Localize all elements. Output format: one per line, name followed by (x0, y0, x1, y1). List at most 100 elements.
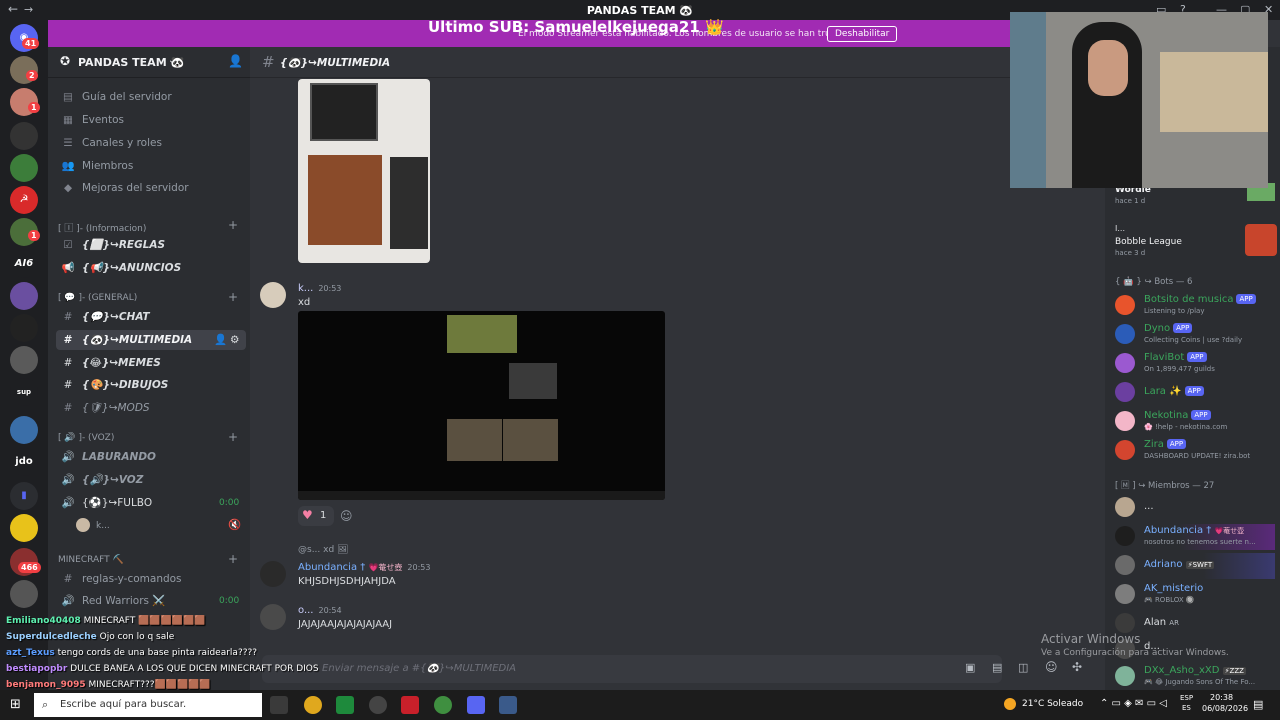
voice-laburando[interactable]: 🔊 LABURANDO (56, 447, 246, 467)
channel-dibujos[interactable]: # {🎨}↪DIBUJOS (56, 375, 246, 395)
category-minecraft[interactable]: MINECRAFT ⛏️ (58, 555, 124, 565)
reaction-heart[interactable]: ♥ 1 (298, 506, 334, 526)
members-item[interactable]: 👥 Miembros (56, 156, 246, 176)
member-bot[interactable]: Dyno APP Collecting Coins | use ?daily (1115, 322, 1275, 348)
channel-chat[interactable]: # {💬}↪CHAT (56, 307, 246, 327)
member-bot[interactable]: Botsito de musica APP Listening to /play (1115, 293, 1275, 319)
game-thumbnail (447, 419, 502, 461)
add-member-icon[interactable]: 👤 (228, 54, 243, 68)
server-icon[interactable]: AI6 (10, 250, 38, 278)
obs-icon[interactable] (369, 696, 387, 714)
category-general[interactable]: [ 💬 ]- (GENERAL) (58, 293, 137, 303)
gift-icon[interactable]: ▣ (965, 661, 975, 674)
author-name[interactable]: Abundancia † (298, 562, 365, 573)
member-name: Dyno (1144, 323, 1171, 334)
member-bot[interactable]: FlaviBot APP On 1,899,477 guilds (1115, 351, 1275, 377)
tray-icons[interactable]: ⌃ ▭ ◈ ✉ ▭ ◁ (1100, 698, 1167, 709)
server-guide[interactable]: ▤ Guía del servidor (56, 87, 246, 107)
message-author[interactable]: Abundancia † 💗菴せ壺 20:53 (298, 562, 430, 573)
channel-label: {⬜}↪REGLAS (82, 239, 166, 251)
chrome-icon[interactable] (434, 696, 452, 714)
category-voz[interactable]: [ 🔊 ]- (VOZ) (58, 433, 114, 443)
add-channel-icon[interactable]: + (228, 430, 238, 444)
member[interactable]: DXx_Asho_xXD ⚡ZZZ 🎮 😂 Jugando Sons Of The… (1115, 664, 1275, 690)
server-icon[interactable] (10, 514, 38, 542)
avatar[interactable] (260, 282, 286, 308)
apps-icon[interactable]: ✣ (1072, 660, 1082, 674)
author-name[interactable]: k... (298, 283, 313, 294)
windows-start-icon[interactable]: ⊞ (10, 697, 21, 712)
server-boosts[interactable]: ◆ Mejoras del servidor (56, 178, 246, 198)
member-name: Botsito de musica (1144, 294, 1234, 305)
member-bot[interactable]: Lara ✨ APP (1115, 380, 1275, 406)
monitor-shape (310, 83, 378, 141)
member-bot[interactable]: Zira APP DASHBOARD UPDATE! zira.bot (1115, 438, 1275, 464)
member[interactable]: Adriano ⚡SWFT (1115, 553, 1275, 579)
server-header[interactable]: ✪ PANDAS TEAM 🐼 ⌄ 👤 (48, 47, 250, 78)
server-icon[interactable]: ☭ (10, 186, 38, 214)
screenshot-attachment[interactable] (298, 311, 665, 500)
channel-multimedia[interactable]: # {🐼}↪MULTIMEDIA 👤 ⚙ (56, 330, 246, 350)
member[interactable]: Abundancia † 💗菴せ壺 nosotros no tenemos sue… (1115, 524, 1275, 550)
app-icon[interactable] (401, 696, 419, 714)
invite-icon[interactable]: 👤 (214, 330, 227, 350)
hash-icon: # (63, 379, 73, 391)
events[interactable]: ▦ Eventos (56, 110, 246, 130)
activity-card[interactable]: I... Bobble League hace 3 d (1115, 222, 1277, 262)
taskbar-search[interactable]: ⌕ Escribe aquí para buscar. (34, 693, 262, 717)
message-author[interactable]: k... 20:53 (298, 283, 341, 294)
voice-user[interactable]: k... 🔇 (76, 515, 246, 535)
image-attachment[interactable] (298, 79, 430, 263)
add-reaction-icon[interactable]: ☺ (340, 509, 353, 523)
emoji-icon[interactable]: ☺ (1045, 660, 1058, 674)
message-composer[interactable]: Enviar mensaje a #{🐼}↪MULTIMEDIA ▣ ▤ ◫ ☺… (262, 655, 1082, 683)
notifications-icon[interactable]: ▤ (1253, 698, 1263, 711)
channel-reglas[interactable]: ☑ {⬜}↪REGLAS (56, 235, 246, 255)
app-icon[interactable] (336, 696, 354, 714)
add-channel-icon[interactable]: + (228, 218, 238, 232)
disable-streamer-button[interactable]: Deshabilitar (827, 26, 898, 42)
activation-watermark: Activar Windows (1041, 632, 1141, 646)
member[interactable]: ... (1115, 495, 1275, 521)
server-icon[interactable] (10, 154, 38, 182)
member[interactable]: AK_misterio 🎮 ROBLOX 🔘 (1115, 582, 1275, 608)
channel-anuncios[interactable]: 📢 {📢}↪ANUNCIOS (56, 258, 246, 278)
avatar[interactable] (260, 561, 286, 587)
author-name[interactable]: o... (298, 605, 313, 616)
server-icon[interactable] (10, 122, 38, 150)
avatar[interactable] (260, 604, 286, 630)
weather-label[interactable]: 21°C Soleado (1022, 699, 1083, 709)
server-icon[interactable] (10, 416, 38, 444)
gear-icon[interactable]: ⚙ (230, 330, 239, 350)
task-view-icon[interactable] (270, 696, 288, 714)
channel-memes[interactable]: # {😂}↪MEMES (56, 353, 246, 373)
reply-preview[interactable]: @s... xd 🖼 (298, 545, 348, 555)
channel-reglas-comandos[interactable]: # reglas-y-comandos (56, 569, 246, 589)
clock-date[interactable]: 06/08/2026 (1202, 704, 1248, 713)
gif-icon[interactable]: ▤ (992, 661, 1002, 674)
file-icon[interactable] (499, 696, 517, 714)
voice-red-warriors[interactable]: 🔊 Red Warriors ⚔️ 0:00 (56, 591, 246, 611)
add-channel-icon[interactable]: + (228, 290, 238, 304)
channels-roles[interactable]: ☰ Canales y roles (56, 133, 246, 153)
server-icon[interactable] (10, 346, 38, 374)
chrome-icon[interactable] (304, 696, 322, 714)
add-channel-icon[interactable]: + (228, 552, 238, 566)
sticker-icon[interactable]: ◫ (1018, 661, 1028, 674)
server-icon[interactable] (10, 314, 38, 342)
clock-time[interactable]: 20:38 (1210, 693, 1233, 702)
channel-mods[interactable]: # {🛡}↪MODS (56, 398, 246, 418)
channel-header: # {🐼}↪MULTIMEDIA (250, 47, 1010, 78)
server-icon[interactable]: sup (10, 378, 38, 406)
folder-icon[interactable]: ▮ (10, 482, 38, 510)
server-icon[interactable] (10, 580, 38, 608)
category-info[interactable]: [ 🄸 ]- (Informacion) (58, 221, 146, 234)
voice-fulbo[interactable]: 🔊 {⚽}↪FULBO 0:00 (56, 493, 246, 513)
server-icon[interactable]: jdo (10, 448, 38, 476)
lang-label[interactable]: ESP (1180, 694, 1193, 702)
message-author[interactable]: o... 20:54 (298, 605, 342, 616)
discord-icon[interactable] (467, 696, 485, 714)
voice-voz[interactable]: 🔊 {🔊}↪VOZ (56, 470, 246, 490)
member-bot[interactable]: Nekotina APP 🌸 !help - nekotina.com (1115, 409, 1275, 435)
server-icon[interactable] (10, 282, 38, 310)
